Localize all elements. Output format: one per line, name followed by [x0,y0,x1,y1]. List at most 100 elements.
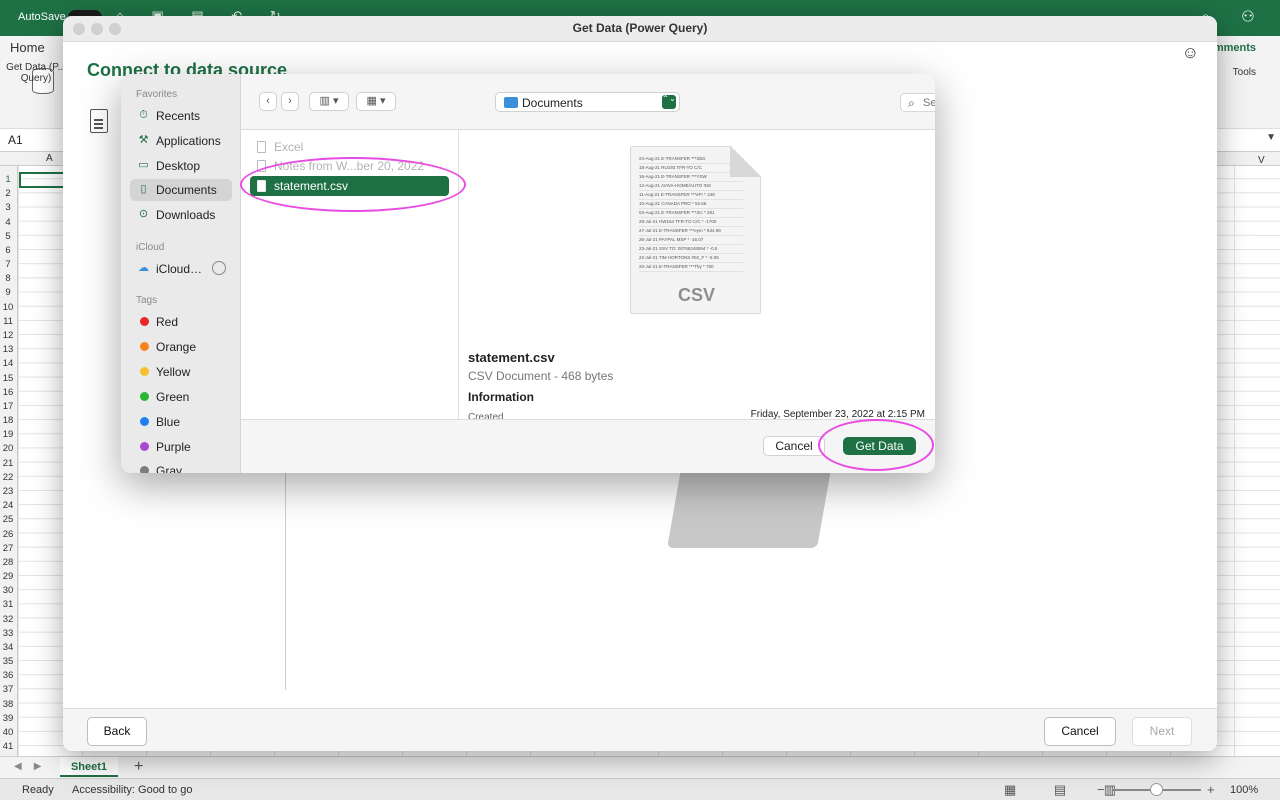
row-header[interactable]: 11 [0,316,16,327]
sidebar-tag-yellow[interactable]: Yellow [130,361,232,383]
row-header[interactable]: 30 [0,585,16,596]
sheet-nav-arrows-icon[interactable]: ◀▶ [14,761,53,772]
row-header[interactable]: 7 [0,259,16,270]
sidebar-tag-red[interactable]: Red [130,311,232,333]
row-header[interactable]: 3 [0,202,16,213]
grid-view-button[interactable]: ▦ ▾ [356,92,396,111]
row-header[interactable]: 1 [0,174,16,185]
sidebar-item-icloud[interactable]: ☁ iCloud… [130,258,232,280]
row-header[interactable]: 26 [0,529,16,540]
row-header[interactable]: 24 [0,500,16,511]
sheet-tab[interactable]: Sheet1 [60,757,118,777]
row-header[interactable]: 17 [0,401,16,412]
autosave-label: AutoSave [18,11,66,23]
add-sheet-button[interactable]: + [134,758,143,776]
row-header[interactable]: 20 [0,443,16,454]
file-list: Excel Notes from W...ber 20, 2022 statem… [241,130,459,419]
tag-dot-icon [140,466,149,473]
csv-preview-row: 22-Jul-21 TIM HORTONS #02_F * -5.06 [639,254,743,263]
list-item[interactable]: Notes from W...ber 20, 2022 [250,156,449,176]
row-header[interactable]: 37 [0,684,16,695]
feedback-smiley-icon[interactable]: ☺ [1182,43,1199,63]
zoom-out-button[interactable]: − [1097,782,1105,797]
tag-dot-icon [140,442,149,451]
row-header[interactable]: 25 [0,514,16,525]
tab-home[interactable]: Home [10,40,45,55]
row-header[interactable]: 8 [0,273,16,284]
sidebar-item-label: Orange [156,340,197,354]
dialog-cancel-button[interactable]: Cancel [763,436,825,456]
column-header-v[interactable]: V [1258,155,1265,166]
location-popup[interactable]: Documents ⌃⌄ [495,92,680,112]
tag-dot-icon [140,342,149,351]
row-header[interactable]: 27 [0,543,16,554]
row-header[interactable]: 4 [0,217,16,228]
row-header[interactable]: 40 [0,727,16,738]
accessibility-status[interactable]: Accessibility: Good to go [72,784,192,796]
row-header[interactable]: 39 [0,713,16,724]
row-header[interactable]: 13 [0,344,16,355]
sidebar-tag-purple[interactable]: Purple [130,436,232,458]
get-data-ribbon-button[interactable]: Get Data (P... Query) [6,62,66,84]
row-header[interactable]: 19 [0,429,16,440]
sidebar-item-applications[interactable]: ⚒ Applications [130,130,232,152]
sidebar-item-documents[interactable]: ▯ Documents [130,179,232,201]
row-header[interactable]: 18 [0,415,16,426]
list-item[interactable]: Excel [250,137,449,157]
row-header[interactable]: 28 [0,557,16,568]
text-file-source-icon[interactable] [90,109,108,133]
sidebar-tag-gray[interactable]: Gray [130,460,232,473]
next-button[interactable]: Next [1132,717,1192,746]
back-button[interactable]: Back [87,717,147,746]
row-header[interactable]: 34 [0,642,16,653]
dialog-sidebar: Favorites ⏱ Recents ⚒ Applications ▭ Des… [121,74,241,473]
list-item-selected[interactable]: statement.csv [250,176,449,196]
search-field[interactable]: ⌕ [900,93,935,112]
row-header[interactable]: 41 [0,741,16,752]
favorites-header: Favorites [136,89,178,100]
row-header[interactable]: 22 [0,472,16,483]
sidebar-item-label: Blue [156,415,181,429]
formula-bar-expand-icon[interactable]: ▼ [1266,132,1276,143]
row-header[interactable]: 32 [0,614,16,625]
preview-file-name: statement.csv [468,350,555,365]
row-header[interactable]: 29 [0,571,16,582]
back-arrow-button[interactable]: ‹ [259,92,277,111]
row-header[interactable]: 15 [0,373,16,384]
row-header[interactable]: 2 [0,188,16,199]
sidebar-item-recents[interactable]: ⏱ Recents [130,105,232,127]
row-header[interactable]: 14 [0,358,16,369]
forward-arrow-button[interactable]: › [281,92,299,111]
zoom-slider-knob[interactable] [1150,783,1163,796]
cancel-button[interactable]: Cancel [1044,717,1116,746]
row-header[interactable]: 23 [0,486,16,497]
get-data-button[interactable]: Get Data [843,437,916,455]
tools-label[interactable]: Tools [1233,67,1256,78]
row-header[interactable]: 33 [0,628,16,639]
sidebar-tag-blue[interactable]: Blue [130,411,232,433]
csv-preview-row: 27-Jul-21 E-TRANSFER ***eym * 634.99 [639,227,743,236]
row-header[interactable]: 10 [0,302,16,313]
row-header[interactable]: 31 [0,599,16,610]
row-header[interactable]: 16 [0,387,16,398]
search-input[interactable] [923,95,935,110]
row-header[interactable]: 5 [0,231,16,242]
zoom-level[interactable]: 100% [1230,784,1258,796]
row-header[interactable]: 12 [0,330,16,341]
column-header-a[interactable]: A [46,153,53,164]
row-header[interactable]: 36 [0,670,16,681]
row-header[interactable]: 35 [0,656,16,667]
sidebar-item-desktop[interactable]: ▭ Desktop [130,155,232,177]
zoom-in-button[interactable]: + [1207,782,1215,797]
row-header[interactable]: 38 [0,699,16,710]
tag-dot-icon [140,392,149,401]
active-cell[interactable] [19,172,65,188]
sidebar-tag-green[interactable]: Green [130,386,232,408]
row-header[interactable]: 9 [0,287,16,298]
row-header[interactable]: 21 [0,458,16,469]
row-header[interactable]: 6 [0,245,16,256]
name-box[interactable]: A1 [8,133,23,147]
column-view-button[interactable]: ▥ ▾ [309,92,349,111]
sidebar-item-downloads[interactable]: ⊙ Downloads [130,204,232,226]
sidebar-tag-orange[interactable]: Orange [130,336,232,358]
